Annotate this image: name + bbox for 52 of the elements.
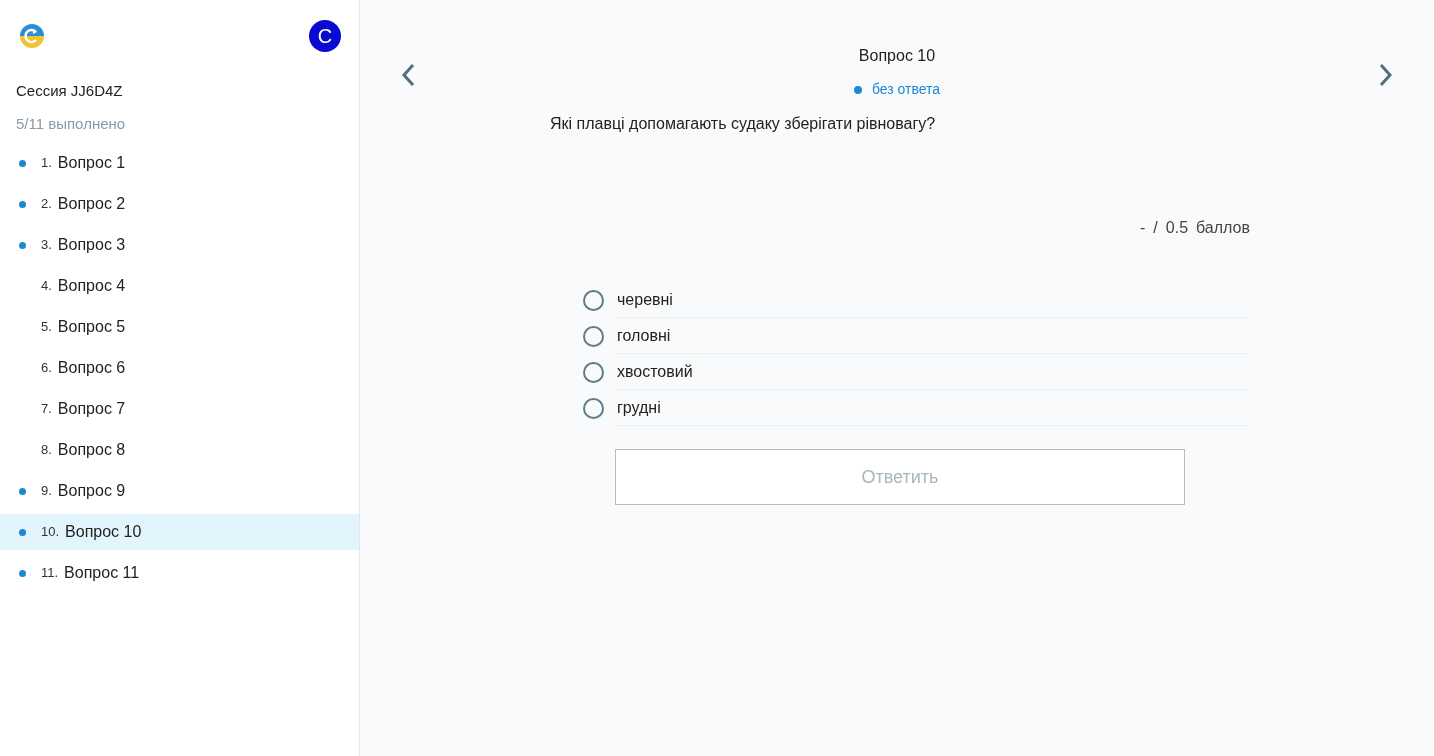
question-label: Вопрос 7 xyxy=(57,399,126,419)
question-list-item[interactable]: 7. Вопрос 7 xyxy=(0,391,359,427)
score-separator: / xyxy=(1153,218,1158,238)
radio-button[interactable] xyxy=(583,289,604,311)
logo-icon[interactable] xyxy=(18,21,46,50)
question-text: Які плавці допомагають судаку зберігати рівновагу? xyxy=(550,114,937,134)
question-label: Вопрос 10 xyxy=(65,522,142,542)
question-label: Вопрос 6 xyxy=(57,358,126,378)
question-list-item[interactable]: 9. Вопрос 9 xyxy=(0,473,359,509)
question-number: 2. xyxy=(41,195,52,214)
question-number: 10. xyxy=(41,523,60,542)
progress-text: 5/11 выполнено xyxy=(15,113,127,134)
question-list-item[interactable]: 1. Вопрос 1 xyxy=(0,145,359,181)
question-label: Вопрос 3 xyxy=(57,235,126,255)
option-label[interactable]: хвостовий xyxy=(617,354,1250,390)
question-number: 6. xyxy=(41,359,52,378)
option-label[interactable]: черевні xyxy=(617,282,1250,318)
radio-button[interactable] xyxy=(583,325,604,347)
radio-button[interactable] xyxy=(583,361,604,383)
question-label: Вопрос 8 xyxy=(57,440,126,460)
max-points-text: 0.5 xyxy=(1165,218,1189,238)
points-unit-text: баллов xyxy=(1196,218,1250,238)
question-list-item[interactable]: 4. Вопрос 4 xyxy=(0,268,359,304)
question-label: Вопрос 9 xyxy=(57,481,126,501)
question-list-item[interactable]: 5. Вопрос 5 xyxy=(0,309,359,345)
question-number: 1. xyxy=(41,154,52,173)
question-number: 8. xyxy=(41,441,52,460)
question-list-item[interactable]: 6. Вопрос 6 xyxy=(0,350,359,386)
question-number: 5. xyxy=(41,318,52,337)
question-list-item[interactable]: 2. Вопрос 2 xyxy=(0,186,359,222)
question-number: 11. xyxy=(41,564,59,583)
question-label: Вопрос 4 xyxy=(57,276,126,296)
user-avatar[interactable]: С xyxy=(309,19,341,52)
question-list-item[interactable]: 8. Вопрос 8 xyxy=(0,432,359,468)
question-number: 4. xyxy=(41,277,52,296)
question-list-item[interactable]: 10. Вопрос 10 xyxy=(0,514,359,550)
question-list-item[interactable]: 3. Вопрос 3 xyxy=(0,227,359,263)
option-label[interactable]: грудні xyxy=(617,390,1250,426)
status-text: без ответа xyxy=(871,80,941,99)
radio-button[interactable] xyxy=(583,397,604,419)
session-title: Сессия JJ6D4Z xyxy=(15,81,124,101)
question-label: Вопрос 11 xyxy=(64,563,140,583)
question-list-item[interactable]: 11. Вопрос 11 xyxy=(0,555,359,591)
question-label: Вопрос 1 xyxy=(57,153,126,173)
question-label: Вопрос 2 xyxy=(57,194,126,214)
question-number: 7. xyxy=(41,400,52,419)
question-number: 9. xyxy=(41,482,52,501)
question-number: 3. xyxy=(41,236,52,255)
option-label[interactable]: головні xyxy=(617,318,1250,354)
question-label: Вопрос 5 xyxy=(57,317,126,337)
question-title: Вопрос 10 xyxy=(858,46,936,66)
score-text: - xyxy=(1140,218,1146,238)
